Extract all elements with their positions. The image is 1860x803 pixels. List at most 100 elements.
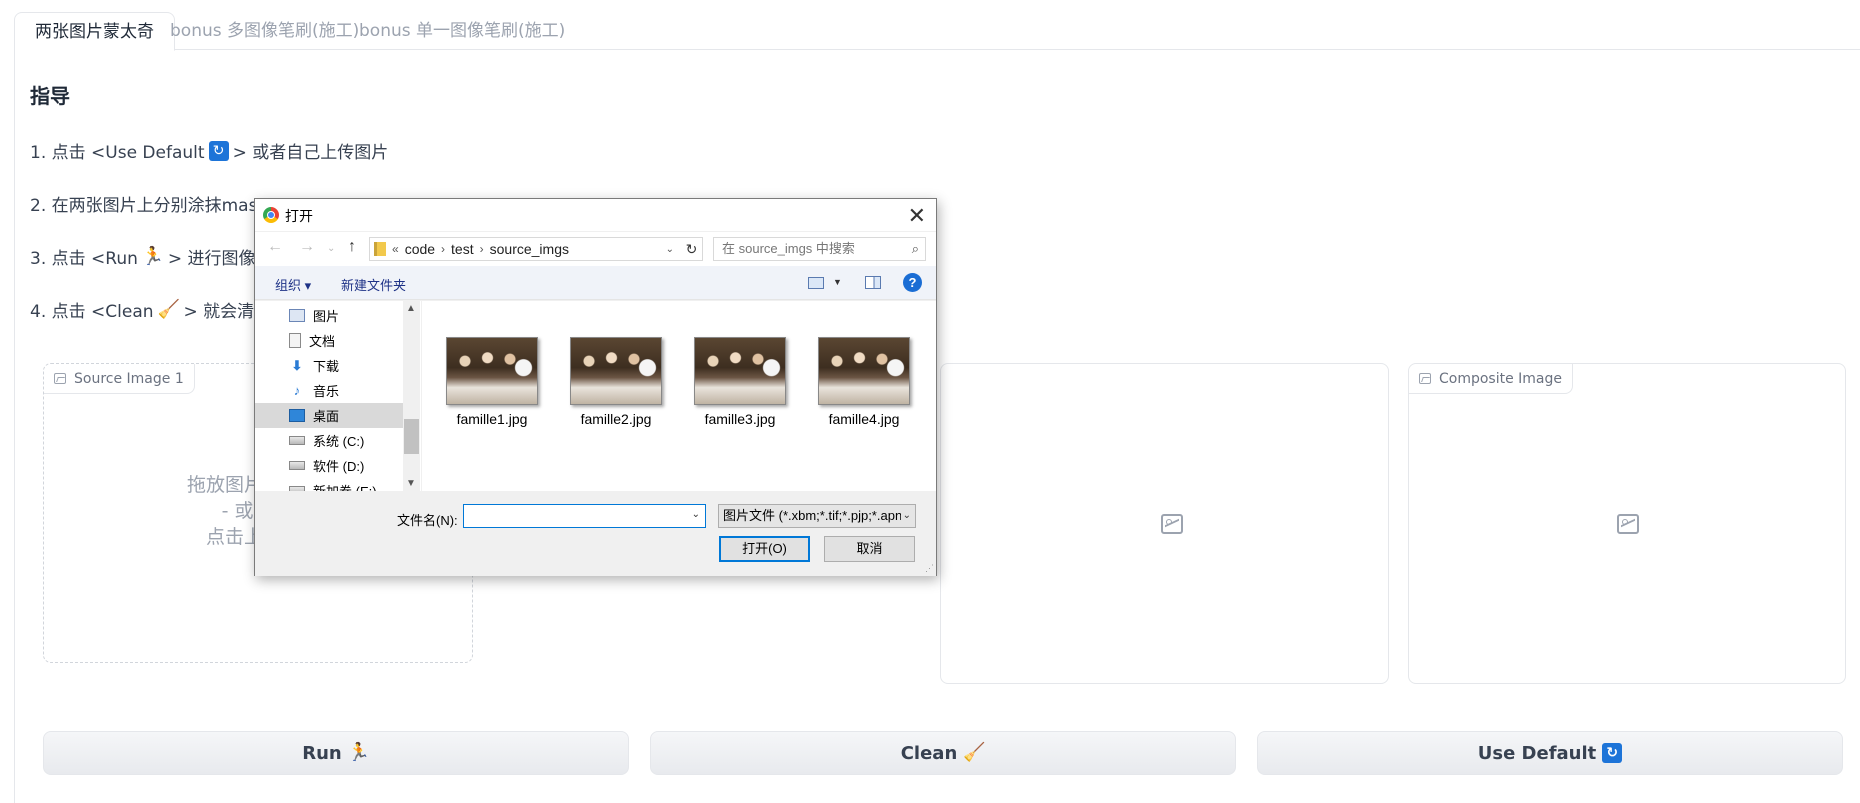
refresh-path-icon[interactable]: ↻ [681,237,703,261]
file-list: famille1.jpg famille2.jpg famille3.jpg f… [422,301,936,491]
clean-button-label: Clean [900,742,958,764]
tree-item-music[interactable]: ♪ 音乐 [255,378,403,403]
tree-item-drive-c[interactable]: 系统 (C:) [255,428,403,453]
drive-icon [289,436,305,445]
run-button[interactable]: Run 🏃 [43,731,629,775]
dialog-title: 打开 [285,208,313,224]
runner-icon: 🏃 [347,742,371,763]
file-type-filter-value: 图片文件 (*.xbm;*.tif;*.pjp;*.apng [723,508,910,523]
run-button-label: Run [302,742,342,764]
chevron-right-icon: › [441,242,446,256]
file-item[interactable]: famille4.jpg [814,337,914,427]
panel-border [14,50,15,803]
file-item[interactable]: famille2.jpg [566,337,666,427]
tree-item-drive-d[interactable]: 软件 (D:) [255,453,403,478]
image-placeholder-icon [1617,514,1639,534]
tree-scrollbar[interactable]: ▲ ▼ [403,301,420,491]
tree-item-desktop[interactable]: 桌面 [255,403,403,428]
tree-item-label: 软件 (D:) [313,459,365,474]
chevron-right-icon: › [479,242,484,256]
image-icon [54,373,66,384]
composite-image-label-text: Composite Image [1439,370,1563,387]
tree-item-label: 文档 [309,334,336,349]
tree-item-label: 新加卷 (E:) [313,481,377,491]
filename-input[interactable]: ⌄ [463,504,706,528]
tree-item-label: 系统 (C:) [313,434,365,449]
instructions-title: 指导 [30,84,70,108]
new-folder-button[interactable]: 新建文件夹 [341,275,406,294]
back-arrow-icon[interactable]: ← [267,238,283,256]
scroll-down-icon[interactable]: ▼ [406,478,416,489]
composite-image-panel: Composite Image [1408,363,1846,684]
desktop-icon [289,409,305,422]
file-name: famille3.jpg [704,411,776,427]
tree-item-label: 下载 [313,359,340,374]
path-overflow[interactable]: « [392,242,399,256]
refresh-icon: ↻ [208,140,229,161]
dialog-title-bar: 打开 ✕ [255,199,936,231]
refresh-icon: ↻ [1602,743,1623,763]
music-icon: ♪ [293,383,301,398]
step1-text: 1. 点击 <Use Default [30,143,205,163]
up-arrow-icon[interactable]: ↑ [348,238,356,256]
open-button[interactable]: 打开(O) [719,536,810,562]
chevron-down-icon[interactable]: ⌄ [666,244,674,255]
use-default-button[interactable]: Use Default ↻ [1257,731,1843,775]
image-placeholder-icon [1161,514,1183,534]
instruction-step-2: 2. 在两张图片上分别涂抹mask [30,196,268,216]
navigation-tree: 图片 文档 ⬇ 下载 ♪ 音乐 桌面 系统 (C:) 软件 (D:) 新加卷 (… [255,301,421,491]
recent-dropdown-icon[interactable]: ⌄ [327,243,335,254]
path-segment-source-imgs[interactable]: source_imgs [490,241,569,257]
chevron-down-icon[interactable]: ⌄ [692,509,700,520]
path-segment-test[interactable]: test [451,241,474,257]
organize-menu[interactable]: 组织 ▾ [275,275,311,294]
instruction-step-1: 1. 点击 <Use Default ↻ > 或者自己上传图片 [30,138,388,163]
source-image-2-panel[interactable] [940,363,1389,684]
dialog-nav-bar: ← → ⌄ ↑ « code › test › source_imgs ⌄ ↻ … [255,232,936,266]
scroll-up-icon[interactable]: ▲ [406,303,416,314]
runner-icon: 🏃 [141,245,165,267]
tree-item-pictures[interactable]: 图片 [255,303,403,328]
view-mode-icon[interactable] [808,277,824,289]
broom-icon: 🧹 [157,298,180,320]
tree-item-label: 图片 [313,309,340,324]
tab-bar: 两张图片蒙太奇 bonus 多图像笔刷(施工) bonus 单一图像笔刷(施工) [14,12,1860,51]
tree-item-label: 桌面 [313,409,340,424]
dialog-footer: 文件名(N): ⌄ 图片文件 (*.xbm;*.tif;*.pjp;*.apng… [255,491,936,576]
broom-icon: 🧹 [963,742,986,763]
drive-icon [289,461,305,470]
clean-button[interactable]: Clean 🧹 [650,731,1236,775]
image-thumbnail [818,337,910,405]
help-icon[interactable]: ? [903,273,922,292]
search-icon: ⌕ [911,241,919,256]
file-type-filter[interactable]: 图片文件 (*.xbm;*.tif;*.pjp;*.apng ⌄ [718,504,916,528]
file-name: famille2.jpg [580,411,652,427]
address-bar[interactable]: « code › test › source_imgs ⌄ [369,237,703,261]
file-open-dialog: 打开 ✕ ← → ⌄ ↑ « code › test › source_imgs… [254,198,937,576]
view-dropdown-icon[interactable]: ▼ [833,277,842,287]
preview-pane-icon[interactable] [865,276,881,289]
file-item[interactable]: famille1.jpg [442,337,542,427]
close-icon[interactable]: ✕ [908,203,926,229]
chrome-logo-icon [263,207,279,223]
forward-arrow-icon[interactable]: → [299,238,315,256]
source-image-1-label-text: Source Image 1 [74,370,184,387]
image-thumbnail [570,337,662,405]
use-default-button-label: Use Default [1477,742,1597,764]
file-item[interactable]: famille3.jpg [690,337,790,427]
tree-item-downloads[interactable]: ⬇ 下载 [255,353,403,378]
tree-item-drive-e[interactable]: 新加卷 (E:) [255,478,403,491]
filename-label: 文件名(N): [397,513,458,528]
tree-item-documents[interactable]: 文档 [255,328,403,353]
chevron-down-icon[interactable]: ⌄ [900,505,911,527]
step4-text: 4. 点击 <Clean [30,302,154,322]
image-icon [1419,373,1431,384]
resize-grip-icon[interactable]: ⋰ [925,563,934,574]
search-box[interactable]: 在 source_imgs 中搜索 ⌕ [713,237,926,261]
download-icon: ⬇ [291,358,303,373]
scrollbar-thumb[interactable] [404,419,419,454]
pictures-icon [289,309,305,322]
tab-single-image-brush[interactable]: bonus 单一图像笔刷(施工) [339,12,585,50]
path-segment-code[interactable]: code [405,241,435,257]
cancel-button[interactable]: 取消 [824,536,915,562]
